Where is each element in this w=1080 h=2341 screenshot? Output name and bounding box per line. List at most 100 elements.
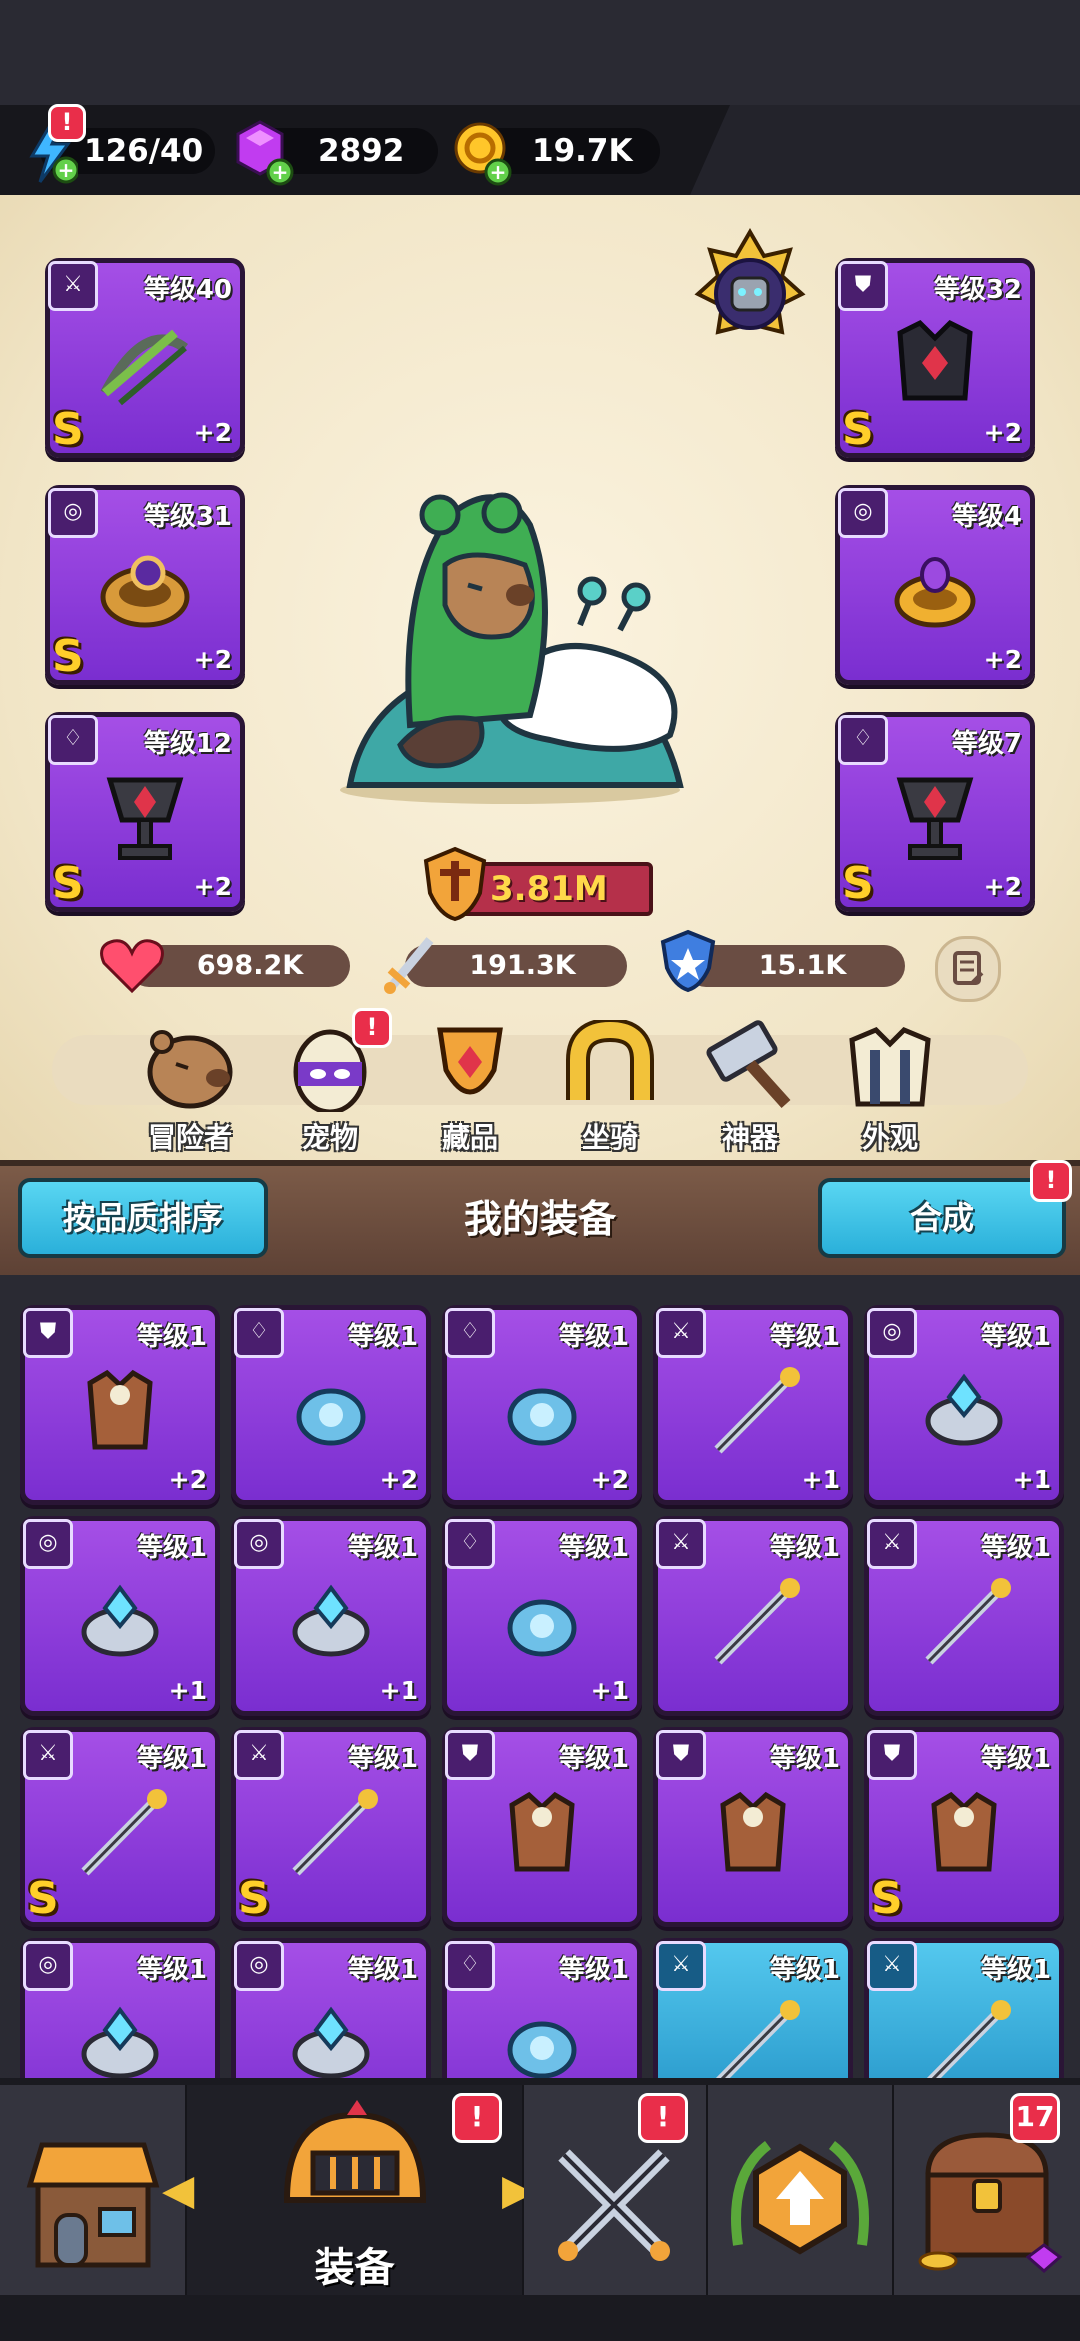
power-value: 3.81M — [490, 869, 608, 909]
nav-upgrade[interactable] — [708, 2085, 896, 2295]
menu-appearance[interactable]: 外观 — [830, 1020, 950, 1156]
item-art — [720, 1791, 786, 1872]
inventory-item[interactable]: ◎ 等级1 +1 — [20, 1516, 220, 1716]
chest-count-badge: 17 — [1010, 2093, 1060, 2143]
slot-level: 等级31 — [143, 502, 232, 532]
equip-slot-ring-1[interactable]: ◎ 等级31 +2 S — [45, 485, 245, 685]
inventory-item[interactable]: ⛊ 等级1 — [442, 1727, 642, 1927]
armor-icon: ⛊ — [445, 1730, 495, 1780]
item-art — [714, 1367, 800, 1454]
inventory-item[interactable]: ♢ 等级1 +1 — [442, 1516, 642, 1716]
nav-shop[interactable] — [0, 2085, 189, 2295]
slot-plus: +2 — [983, 645, 1022, 674]
inventory-item[interactable]: ⚔ 等级1 — [864, 1516, 1064, 1716]
inventory-item[interactable]: ⚔ 等级1 +1 — [653, 1305, 853, 1505]
resource-bar-decoration — [690, 105, 1080, 195]
power-shield-icon — [423, 846, 487, 922]
document-icon — [953, 951, 984, 985]
slot-level: 等级1 — [558, 1744, 629, 1774]
menu-collection[interactable]: 藏品 — [410, 1020, 530, 1156]
ring-icon: ◎ — [23, 1519, 73, 1569]
slot-level: 等级1 — [136, 1533, 207, 1563]
energy-value: 126/40 — [84, 133, 204, 169]
inventory-item[interactable]: ⚔ 等级1 — [653, 1516, 853, 1716]
equip-slot-armor[interactable]: ⛊ 等级32 +2 S — [835, 258, 1035, 458]
item-art — [507, 1599, 577, 1657]
inventory-item[interactable]: ◎ 等级1 +1 — [231, 1516, 431, 1716]
slot-level: 等级7 — [951, 729, 1022, 759]
dark-armor-art — [897, 319, 973, 401]
ring-icon: ◎ — [48, 488, 98, 538]
armor-icon: ⛊ — [867, 1730, 917, 1780]
armor-icon: ⛊ — [838, 261, 888, 311]
menu-artifact[interactable]: 神器 — [690, 1020, 810, 1156]
gold-value: 19.7K — [532, 133, 633, 169]
slot-level: 等级1 — [347, 1322, 418, 1352]
slot-level: 等级12 — [143, 729, 232, 759]
companion-medallion-icon[interactable] — [690, 228, 810, 363]
necklace-icon: ♢ — [48, 715, 98, 765]
menu-label: 外观 — [861, 1121, 918, 1154]
section-title: 我的装备 — [463, 1197, 616, 1241]
slot-plus: +2 — [983, 418, 1022, 447]
sort-by-quality-button[interactable]: 按品质排序 — [18, 1178, 268, 1258]
ring-art — [100, 555, 190, 628]
gem-icon: + — [236, 120, 294, 186]
slot-plus: +2 — [193, 872, 232, 901]
slot-plus: +2 — [983, 872, 1022, 901]
slot-grade: S — [52, 404, 84, 455]
slot-level: 等级1 — [769, 1744, 840, 1774]
sword-icon: ⚔ — [867, 1519, 917, 1569]
slot-grade: S — [27, 1873, 59, 1924]
menu-adventurer[interactable]: 冒险者 — [130, 1020, 250, 1156]
inventory-item[interactable]: ⛊ 等级1 +2 — [20, 1305, 220, 1505]
crossbow-art — [100, 329, 188, 406]
inventory-item[interactable]: ⛊ 等级1 — [653, 1727, 853, 1927]
gems-value: 2892 — [318, 133, 405, 169]
inventory-item[interactable]: ◎ 等级1 +1 — [864, 1305, 1064, 1505]
chalice-art — [896, 777, 974, 860]
capybara-icon — [147, 1030, 233, 1109]
ring-icon: ◎ — [838, 488, 888, 538]
inventory-item[interactable]: ⚔ 等级1 S — [231, 1727, 431, 1927]
equipment-alert-badge: ! — [452, 2093, 502, 2143]
inventory-item[interactable]: ⛊ 等级1 S — [864, 1727, 1064, 1927]
slot-level: 等级1 — [347, 1744, 418, 1774]
menu-label: 坐骑 — [581, 1121, 638, 1154]
equip-slot-necklace-2[interactable]: ♢ 等级7 +2 S — [835, 712, 1035, 912]
menu-mount[interactable]: 坐骑 — [550, 1017, 670, 1156]
slot-level: 等级1 — [980, 1533, 1051, 1563]
armor-icon: ⛊ — [23, 1308, 73, 1358]
slot-plus: +1 — [1012, 1465, 1051, 1494]
item-art — [87, 1369, 153, 1450]
slot-level: 等级4 — [951, 502, 1022, 532]
inventory-item[interactable]: ♢ 等级1 +2 — [442, 1305, 642, 1505]
equip-slot-ring-2[interactable]: ◎ 等级4 +2 — [835, 485, 1035, 685]
sword-icon: ⚔ — [234, 1730, 284, 1780]
item-art — [292, 1789, 378, 1876]
inventory-item[interactable]: ♢ 等级1 +2 — [231, 1305, 431, 1505]
merge-button[interactable]: 合成 — [818, 1178, 1066, 1258]
slot-plus: +1 — [168, 1676, 207, 1705]
horseshoe-icon — [566, 1017, 654, 1100]
inventory-item[interactable]: ⚔ 等级1 S — [20, 1727, 220, 1927]
gold-ring-art — [894, 557, 976, 628]
equip-slot-weapon[interactable]: ⚔ 等级40 +2 S — [45, 258, 245, 458]
slot-level: 等级1 — [347, 1533, 418, 1563]
item-art — [925, 1578, 1011, 1665]
stats-detail-button[interactable] — [935, 936, 1001, 1002]
item-art — [931, 1791, 997, 1872]
sword-icon: ⚔ — [656, 1941, 706, 1991]
arrow-left-icon: ◀ — [162, 2165, 195, 2214]
slot-level: 等级1 — [769, 1955, 840, 1985]
necklace-icon: ♢ — [838, 715, 888, 765]
ring-icon: ◎ — [23, 1941, 73, 1991]
gesture-bar — [0, 2296, 1080, 2341]
equip-slot-necklace-1[interactable]: ♢ 等级12 +2 S — [45, 712, 245, 912]
ring-icon: ◎ — [867, 1308, 917, 1358]
sword-icon: ⚔ — [23, 1730, 73, 1780]
item-art — [81, 1789, 167, 1876]
slot-plus: +1 — [590, 1676, 629, 1705]
slot-grade: S — [842, 858, 874, 909]
health-value: 698.2K — [196, 950, 304, 981]
